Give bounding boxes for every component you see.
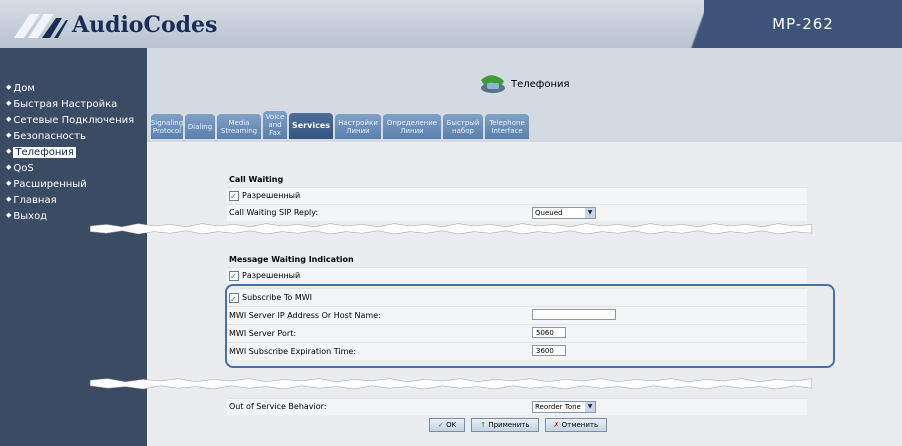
nav-item-telephony[interactable]: ◆ Телефония — [6, 145, 134, 161]
out-of-service-select[interactable]: Reorder Tone ▼ — [532, 401, 596, 413]
page-title: Телефония — [477, 72, 570, 96]
out-of-service-label: Out of Service Behavior: — [229, 402, 327, 411]
nav-item-security[interactable]: ◆ Безопасность — [6, 129, 134, 145]
mwi-highlight-frame — [225, 284, 835, 368]
nav-item-advanced[interactable]: ◆ Расширенный — [6, 177, 134, 193]
nav-item-qos[interactable]: ◆ QoS — [6, 161, 134, 177]
call-waiting-enabled-checkbox[interactable] — [229, 189, 239, 205]
nav-item-network-connections[interactable]: ◆ Сетевые Подключения — [6, 113, 134, 129]
mwi-title: Message Waiting Indication — [229, 255, 354, 264]
close-icon: ✗ — [553, 421, 560, 429]
tab-signaling-protocol[interactable]: Signaling Protocol — [151, 114, 183, 139]
tab-telephone-interface[interactable]: Telephone Interface — [485, 114, 529, 139]
tab-line-detection[interactable]: Определение Линии — [383, 114, 441, 139]
mwi-enabled-checkbox[interactable] — [229, 269, 239, 285]
mwi-enabled-label: Разрешенный — [242, 271, 301, 280]
apply-button[interactable]: ↑ Применить — [471, 418, 539, 432]
tab-services[interactable]: Services — [289, 113, 333, 139]
call-waiting-sip-reply-row: Call Waiting SIP Reply: Queued ▼ — [227, 204, 807, 221]
telephone-icon — [477, 72, 507, 96]
tab-dialing[interactable]: Dialing — [185, 114, 215, 139]
call-waiting-sip-reply-label: Call Waiting SIP Reply: — [229, 208, 319, 217]
chevron-down-icon: ▼ — [585, 402, 595, 412]
call-waiting-enabled-label: Разрешенный — [242, 191, 301, 200]
mwi-enabled-row: Разрешенный — [227, 267, 807, 285]
check-icon: ✓ — [438, 421, 444, 429]
call-waiting-title: Call Waiting — [229, 175, 284, 184]
nav-item-quick-setup[interactable]: ◆ Быстрая Настройка — [6, 97, 134, 113]
torn-edge-lower — [89, 378, 813, 390]
arrow-up-icon: ↑ — [480, 421, 487, 429]
call-waiting-sip-reply-select[interactable]: Queued ▼ — [532, 207, 596, 219]
chevron-down-icon: ▼ — [585, 208, 595, 218]
title-area: Телефония Signaling Protocol Dialing Medi… — [147, 48, 902, 142]
sidebar-nav: ◆ Дом ◆ Быстрая Настройка ◆ Сетевые Подключ… — [6, 81, 134, 225]
ok-button[interactable]: ✓ OK — [429, 418, 466, 432]
product-name: MP-262 — [772, 15, 834, 33]
header-bar: AudioCodes MP-262 — [0, 0, 902, 48]
tab-media-streaming[interactable]: Media Streaming — [217, 114, 261, 139]
tab-bar: Signaling Protocol Dialing Media Streaming… — [151, 111, 531, 139]
brand-name: AudioCodes — [72, 12, 218, 38]
audiocodes-logo: AudioCodes — [10, 8, 217, 42]
action-buttons: ✓ OK ↑ Применить ✗ Отменить — [429, 418, 608, 432]
out-of-service-row: Out of Service Behavior: Reorder Tone ▼ — [227, 398, 807, 415]
nav-item-main[interactable]: ◆ Главная — [6, 193, 134, 209]
tab-voice-and-fax[interactable]: Voice and Fax — [263, 111, 287, 139]
nav-item-home[interactable]: ◆ Дом — [6, 81, 134, 97]
out-of-service-section: Out of Service Behavior: Reorder Tone ▼ — [227, 398, 807, 415]
tab-line-settings[interactable]: Настройки Линии — [335, 114, 381, 139]
tab-speed-dial[interactable]: Быстрый набор — [443, 114, 483, 139]
call-waiting-section: Call Waiting Разрешенный Call Waiting SI… — [227, 172, 807, 221]
call-waiting-enabled-row: Разрешенный — [227, 187, 807, 205]
logo-mark-icon — [10, 8, 70, 42]
cancel-button[interactable]: ✗ Отменить — [544, 418, 608, 432]
torn-edge-upper — [89, 223, 813, 235]
